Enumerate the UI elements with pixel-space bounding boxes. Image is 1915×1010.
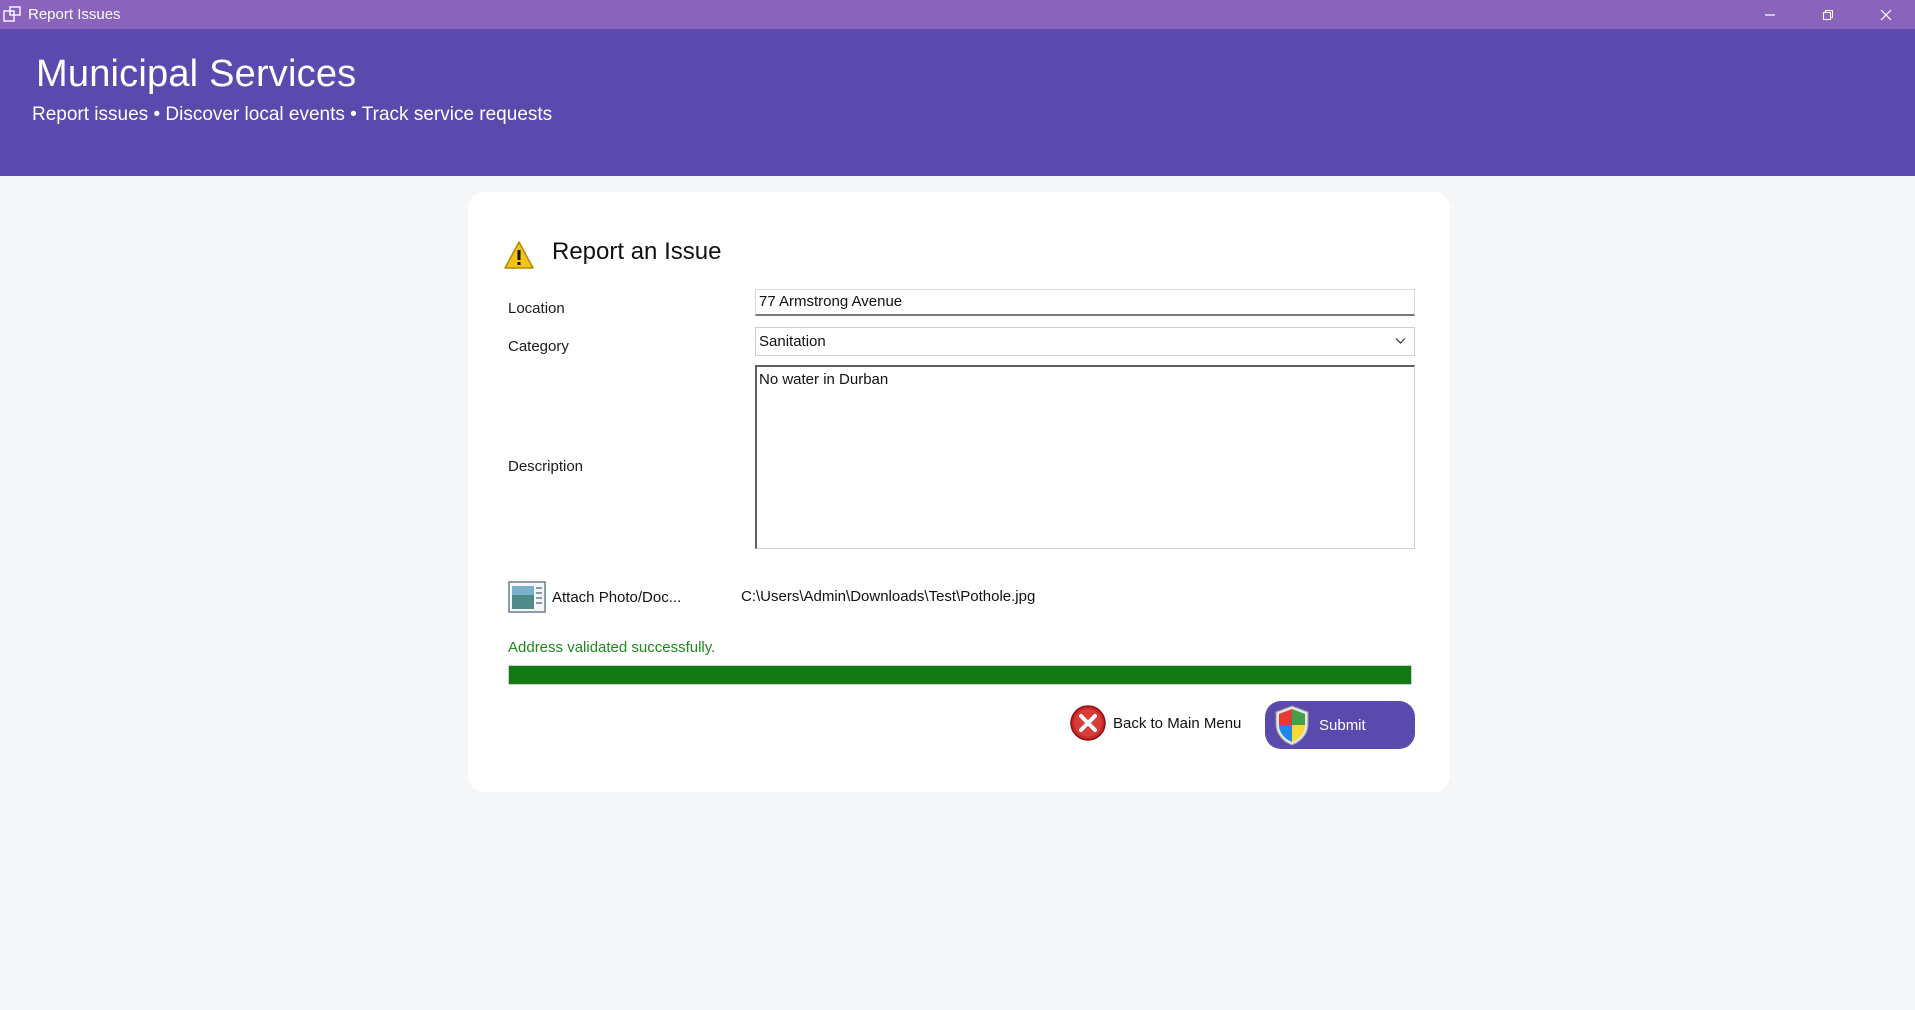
submit-button-label: Submit: [1319, 716, 1366, 734]
back-button-label: Back to Main Menu: [1113, 714, 1242, 732]
validation-progress-bar: [508, 665, 1412, 685]
category-selected-value: Sanitation: [759, 333, 826, 350]
back-to-main-menu-button[interactable]: Back to Main Menu: [1069, 704, 1241, 742]
submit-button[interactable]: Submit: [1265, 701, 1415, 749]
validation-status: Address validated successfully.: [508, 639, 716, 656]
document-image-icon: [508, 581, 546, 613]
report-issue-card: Report an Issue Location 77 Armstrong Av…: [468, 192, 1450, 792]
minimize-button[interactable]: [1741, 0, 1799, 29]
app-subtitle: Report issues • Discover local events • …: [32, 104, 553, 125]
category-label: Category: [508, 338, 569, 355]
app-window-icon: [3, 6, 21, 22]
close-button[interactable]: [1857, 0, 1915, 29]
progress-fill: [509, 666, 1411, 684]
attach-file-button[interactable]: Attach Photo/Doc...: [508, 580, 681, 614]
app-title: Municipal Services: [36, 53, 357, 95]
category-select[interactable]: Sanitation: [755, 327, 1415, 356]
red-x-icon: [1070, 705, 1106, 741]
chevron-down-icon: [1395, 338, 1406, 344]
close-icon: [1880, 9, 1892, 20]
location-input[interactable]: 77 Armstrong Avenue: [755, 289, 1415, 316]
attach-file-label: Attach Photo/Doc...: [552, 588, 682, 606]
app-header: Municipal Services Report issues • Disco…: [0, 29, 1915, 176]
description-label: Description: [508, 458, 584, 475]
restore-icon: [1822, 9, 1834, 20]
location-label: Location: [508, 300, 565, 317]
attached-file-path: C:\Users\Admin\Downloads\Test\Pothole.jp…: [741, 588, 1036, 605]
title-bar: Report Issues: [0, 0, 1915, 29]
warning-icon: [504, 241, 534, 269]
shield-icon: [1275, 705, 1309, 746]
restore-button[interactable]: [1799, 0, 1857, 29]
description-textarea[interactable]: No water in Durban: [755, 365, 1415, 549]
minimize-icon: [1765, 13, 1775, 16]
form-title: Report an Issue: [552, 238, 722, 265]
window-title: Report Issues: [28, 6, 121, 23]
